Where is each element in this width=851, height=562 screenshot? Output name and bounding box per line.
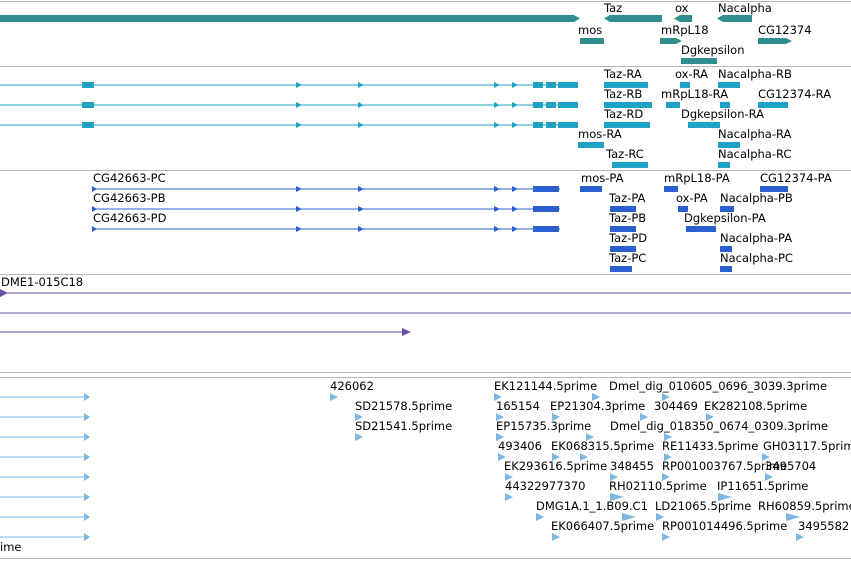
transcript-label[interactable]: Taz-RB bbox=[604, 87, 642, 101]
est-label[interactable]: SD21578.5prime bbox=[355, 399, 452, 413]
gene-feature[interactable] bbox=[604, 15, 662, 22]
gene-feature[interactable] bbox=[674, 15, 692, 22]
est-label[interactable]: 165154 bbox=[496, 399, 540, 413]
gene-label[interactable]: mRpL18 bbox=[661, 23, 709, 37]
transcript-label[interactable]: mRpL18-RA bbox=[661, 87, 728, 101]
protein-label[interactable]: Taz-PA bbox=[609, 191, 645, 205]
protein-label[interactable]: CG42663-PD bbox=[93, 211, 166, 225]
est-label[interactable]: SD21541.5prime bbox=[355, 419, 452, 433]
protein-label[interactable]: CG42663-PC bbox=[93, 171, 166, 185]
clone-label[interactable]: DME1-015C18 bbox=[1, 275, 83, 289]
est-label[interactable]: 3495582 bbox=[798, 519, 849, 533]
gene-feature[interactable] bbox=[580, 38, 604, 44]
transcript-label[interactable]: Taz-RA bbox=[604, 67, 642, 81]
transcript-label[interactable]: ox-RA bbox=[675, 67, 708, 81]
protein-label[interactable]: Nacalpha-PC bbox=[720, 251, 793, 265]
est-label[interactable]: Dmel_dig_018350_0674_0309.3prime bbox=[610, 419, 828, 433]
protein-label[interactable]: Nacalpha-PB bbox=[720, 191, 793, 205]
est-label[interactable]: DMG1A.1_1.B09.C1 bbox=[536, 499, 648, 513]
transcript-label[interactable]: Dgkepsilon-RA bbox=[681, 107, 764, 121]
est-label[interactable]: RE11433.5prime bbox=[662, 439, 758, 453]
est-label[interactable]: 493406 bbox=[498, 439, 542, 453]
est-label[interactable]: 426062 bbox=[330, 379, 374, 393]
gene-feature[interactable] bbox=[758, 38, 792, 44]
est-label[interactable]: 348455 bbox=[610, 459, 654, 473]
est-label[interactable]: 304469 bbox=[654, 399, 698, 413]
genome-browser-canvas bbox=[0, 15, 851, 541]
est-label[interactable]: EK293616.5prime bbox=[504, 459, 607, 473]
est-label[interactable]: ime bbox=[0, 540, 21, 554]
est-label[interactable]: EP15735.3prime bbox=[496, 419, 591, 433]
protein-label[interactable]: Taz-PB bbox=[609, 211, 646, 225]
transcript-label[interactable]: Nacalpha-RA bbox=[718, 127, 791, 141]
est-label[interactable]: 44322977370 bbox=[505, 479, 585, 493]
transcript-label[interactable]: Nacalpha-RC bbox=[718, 147, 791, 161]
protein-label[interactable]: ox-PA bbox=[676, 191, 708, 205]
gene-label[interactable]: mos bbox=[578, 23, 602, 37]
protein-label[interactable]: mRpL18-PA bbox=[664, 171, 730, 185]
est-label[interactable]: RP001014496.5prime bbox=[662, 519, 787, 533]
est-label[interactable]: IP11651.5prime bbox=[717, 479, 808, 493]
est-label[interactable]: RH02110.5prime bbox=[609, 479, 707, 493]
gene-feature[interactable] bbox=[660, 38, 682, 44]
clone-track[interactable] bbox=[0, 289, 851, 336]
protein-label[interactable]: mos-PA bbox=[581, 171, 623, 185]
gene-feature[interactable] bbox=[717, 15, 752, 22]
gene-label[interactable]: CG12374 bbox=[758, 23, 812, 37]
transcript-label[interactable]: CG12374-RA bbox=[758, 87, 831, 101]
est-label[interactable]: GH03117.5prime bbox=[763, 439, 851, 453]
protein-label[interactable]: CG42663-PB bbox=[93, 191, 166, 205]
est-label[interactable]: EP21304.3prime bbox=[550, 399, 645, 413]
gene-label[interactable]: Taz bbox=[604, 1, 622, 15]
gene-feature[interactable] bbox=[574, 15, 580, 22]
protein-label[interactable]: CG12374-PA bbox=[760, 171, 832, 185]
transcript-label[interactable]: Nacalpha-RB bbox=[718, 67, 792, 81]
gene-label[interactable]: ox bbox=[675, 1, 689, 15]
transcript-label[interactable]: mos-RA bbox=[578, 127, 622, 141]
transcript-label[interactable]: Taz-RD bbox=[604, 107, 643, 121]
est-label[interactable]: Dmel_dig_010605_0696_3039.3prime bbox=[609, 379, 827, 393]
gene-feature[interactable] bbox=[681, 58, 717, 64]
est-label[interactable]: 3495704 bbox=[765, 459, 816, 473]
est-label[interactable]: EK121144.5prime bbox=[494, 379, 597, 393]
gene-label[interactable]: Nacalpha bbox=[718, 1, 772, 15]
est-label[interactable]: RH60859.5prime bbox=[758, 499, 851, 513]
est-label[interactable]: EK066407.5prime bbox=[551, 519, 654, 533]
protein-label[interactable]: Nacalpha-PA bbox=[720, 231, 792, 245]
est-label[interactable]: EK282108.5prime bbox=[704, 399, 807, 413]
est-label[interactable]: EK068315.5prime bbox=[551, 439, 654, 453]
est-label[interactable]: LD21065.5prime bbox=[655, 499, 751, 513]
transcript-label[interactable]: Taz-RC bbox=[606, 147, 644, 161]
gene-feature[interactable] bbox=[0, 15, 574, 22]
protein-label[interactable]: Dgkepsilon-PA bbox=[684, 211, 766, 225]
protein-label[interactable]: Taz-PC bbox=[609, 251, 646, 265]
protein-label[interactable]: Taz-PD bbox=[609, 231, 647, 245]
gene-label[interactable]: Dgkepsilon bbox=[681, 43, 745, 57]
